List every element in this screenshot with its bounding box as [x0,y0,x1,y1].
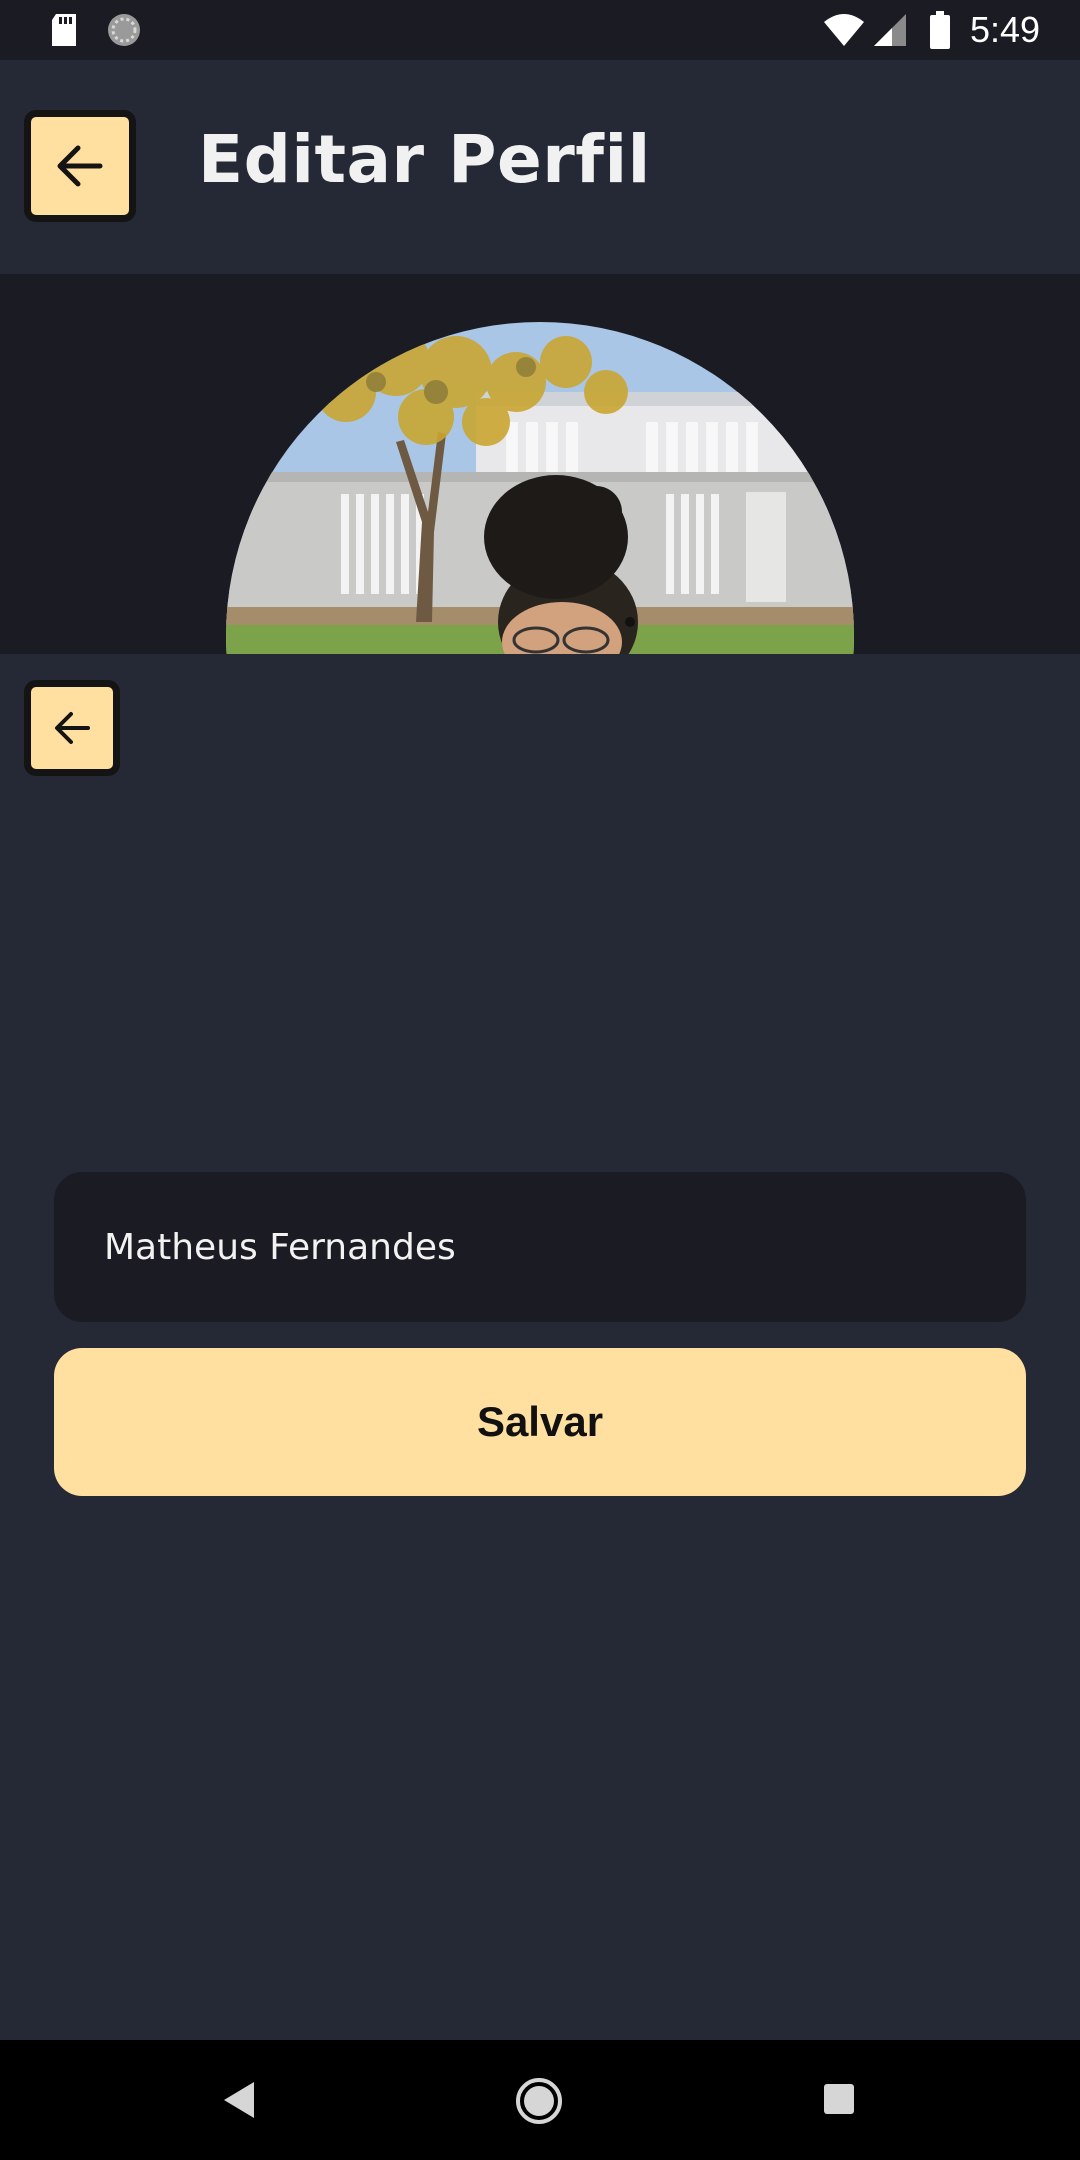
status-bar: 5:49 [0,0,1080,60]
page-title: Editar Perfil [198,121,651,198]
profile-photo-band [0,274,1080,654]
arrow-left-icon [55,712,90,744]
signal-icon [874,14,906,46]
wifi-icon [824,14,864,46]
secondary-back-button[interactable] [24,680,120,776]
nav-back-icon[interactable] [220,2078,260,2122]
name-input[interactable] [54,1172,1026,1322]
save-button[interactable]: Salvar [54,1348,1026,1496]
sync-icon [108,14,140,46]
sd-card-icon [52,14,76,46]
profile-photo[interactable] [226,322,854,654]
clock: 5:49 [970,9,1041,50]
battery-icon [930,11,950,49]
arrow-left-icon [57,145,103,187]
back-button[interactable] [24,110,136,222]
nav-recents-icon[interactable] [822,2082,856,2116]
system-nav-bar [0,2040,1080,2160]
nav-home-icon[interactable] [514,2076,564,2126]
